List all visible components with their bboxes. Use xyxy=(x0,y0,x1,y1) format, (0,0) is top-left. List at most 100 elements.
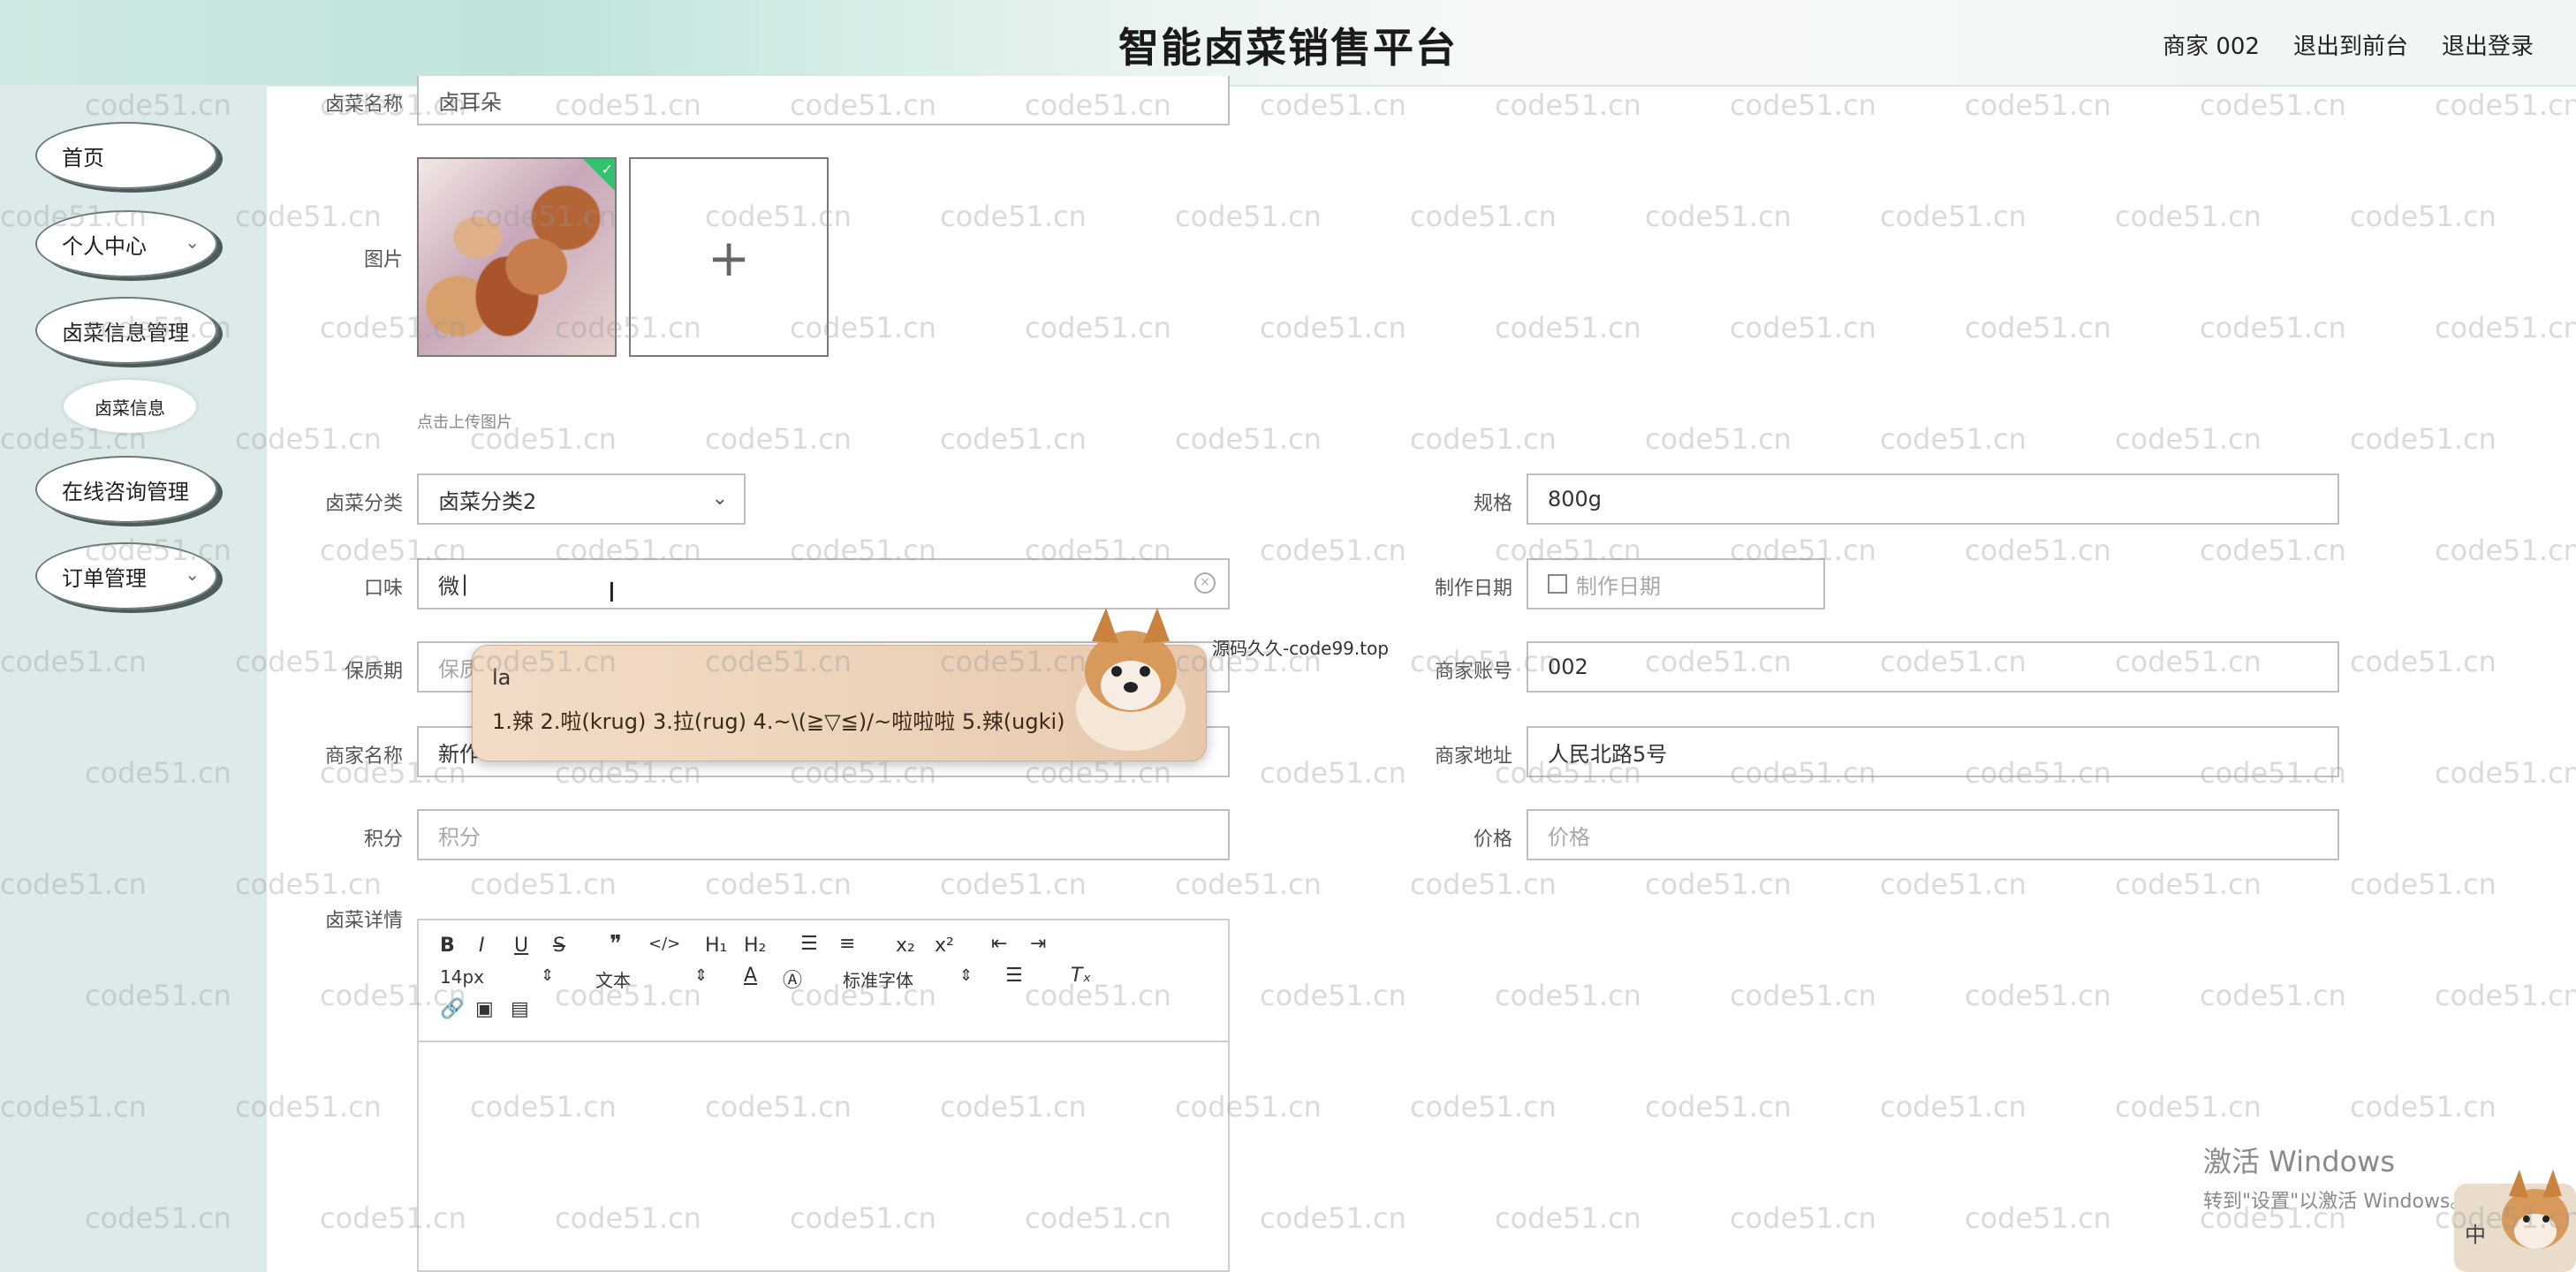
video-icon[interactable]: ▤ xyxy=(511,998,529,1020)
name-input[interactable]: 卤耳朵 xyxy=(417,76,1230,125)
clear-icon[interactable]: × xyxy=(1194,572,1216,594)
sidebar-item-home[interactable]: 首页 xyxy=(35,122,217,189)
sidebar-subitem-food-info[interactable]: 卤菜信息 xyxy=(64,380,196,433)
points-label: 积分 xyxy=(363,829,403,851)
watermark-text: code51.cn xyxy=(470,867,617,901)
made-date-label: 制作日期 xyxy=(1434,578,1512,600)
bullet-list-icon[interactable]: ≡ xyxy=(839,933,855,955)
clear-format-icon[interactable]: Tₓ xyxy=(1071,965,1091,987)
select-arrows-icon: ⇕ xyxy=(959,966,974,985)
font-size-select[interactable]: 14px xyxy=(440,966,484,988)
ime-candidates[interactable]: 1.辣 2.啦(krug) 3.拉(rug) 4.~\(≧▽≦)/~啦啦啦 5.… xyxy=(492,704,1065,735)
watermark-text: code51.cn xyxy=(1260,1201,1406,1235)
category-select[interactable]: 卤菜分类2 ⌄ xyxy=(417,473,746,525)
background-color-icon[interactable]: Ⓐ xyxy=(783,965,802,993)
h2-icon[interactable]: H₂ xyxy=(744,935,766,957)
watermark-text: code51.cn xyxy=(1730,979,1876,1012)
category-label: 卤菜分类 xyxy=(324,493,403,515)
merchant-address-input[interactable]: 人民北路5号 xyxy=(1527,726,2339,777)
link-icon[interactable]: 🔗 xyxy=(440,998,464,1020)
price-placeholder: 价格 xyxy=(1548,824,1590,850)
watermark-text: code51.cn xyxy=(2435,756,2576,790)
watermark-text: code51.cn xyxy=(1175,867,1322,901)
back-to-front-link[interactable]: 退出到前台 xyxy=(2293,28,2408,61)
watermark-text: code51.cn xyxy=(1495,88,1641,122)
watermark-text: code51.cn xyxy=(1410,1090,1557,1124)
check-icon: ✓ xyxy=(583,159,615,191)
text-cursor-icon: I xyxy=(608,578,616,609)
windows-activation: 激活 Windows 转到"设置"以激活 Windows。 xyxy=(2203,1140,2469,1214)
merchant-address-value: 人民北路5号 xyxy=(1548,741,1668,767)
calendar-icon xyxy=(1548,574,1567,594)
subscript-icon[interactable]: x₂ xyxy=(896,935,915,957)
spec-input[interactable]: 800g xyxy=(1527,473,2339,525)
image-icon[interactable]: ▣ xyxy=(475,998,494,1020)
underline-icon[interactable]: U xyxy=(514,935,528,957)
select-arrows-icon: ⇕ xyxy=(694,966,708,985)
watermark-text: code51.cn xyxy=(1410,422,1557,456)
sidebar-item-order-management[interactable]: 订单管理 ⌄ xyxy=(35,542,217,610)
bold-icon[interactable]: B xyxy=(440,935,455,957)
indent-icon[interactable]: ⇥ xyxy=(1030,933,1046,955)
watermark-text: code51.cn xyxy=(705,422,852,456)
user-name: 商家 002 xyxy=(2163,34,2260,60)
activation-title: 激活 Windows xyxy=(2203,1145,2396,1178)
name-label: 卤菜名称 xyxy=(324,94,403,116)
merchant-account-input[interactable]: 002 xyxy=(1527,641,2339,693)
sidebar-item-food-management[interactable]: 卤菜信息管理 xyxy=(35,297,217,364)
ime-typed-text: la xyxy=(492,665,511,690)
price-input[interactable]: 价格 xyxy=(1527,809,2339,860)
sidebar-item-label: 首页 xyxy=(62,145,104,170)
watermark-text: code51.cn xyxy=(1025,311,1171,344)
watermark-text: code51.cn xyxy=(1880,422,2027,456)
font-color-icon[interactable]: A xyxy=(744,965,757,987)
shelf-label: 保质期 xyxy=(344,661,403,683)
spec-label: 规格 xyxy=(1473,493,1512,515)
ime-banner: 源码久久-code99.top xyxy=(1212,638,1390,659)
watermark-text: code51.cn xyxy=(1260,88,1406,122)
superscript-icon[interactable]: x² xyxy=(935,935,954,957)
ordered-list-icon[interactable]: ☰ xyxy=(800,933,818,955)
image-label: 图片 xyxy=(363,249,403,271)
upload-button[interactable]: + xyxy=(629,157,829,357)
watermark-text: code51.cn xyxy=(940,200,1087,233)
outdent-icon[interactable]: ⇤ xyxy=(991,933,1007,955)
logout-link[interactable]: 退出登录 xyxy=(2442,28,2534,61)
watermark-text: code51.cn xyxy=(1495,311,1641,344)
watermark-text: code51.cn xyxy=(2200,88,2346,122)
watermark-text: code51.cn xyxy=(2200,311,2346,344)
quote-icon[interactable]: ❞ xyxy=(610,931,622,958)
top-header: 智能卤菜销售平台 商家 002 退出到前台 退出登录 xyxy=(0,0,2576,87)
plus-icon: + xyxy=(707,228,751,288)
watermark-text: code51.cn xyxy=(2115,422,2262,456)
made-date-picker[interactable]: 制作日期 xyxy=(1527,558,1825,610)
text-type-select[interactable]: 文本 xyxy=(595,966,631,992)
watermark-text: code51.cn xyxy=(2435,979,2576,1012)
align-icon[interactable]: ☰ xyxy=(1005,965,1023,987)
points-input[interactable]: 积分 xyxy=(417,809,1230,860)
watermark-text: code51.cn xyxy=(705,867,852,901)
watermark-text: code51.cn xyxy=(2350,867,2496,901)
watermark-text: code51.cn xyxy=(1880,867,2027,901)
uploaded-image[interactable]: ✓ xyxy=(417,157,617,357)
watermark-text: code51.cn xyxy=(1645,867,1792,901)
italic-icon[interactable]: I xyxy=(479,935,485,957)
watermark-text: code51.cn xyxy=(1730,88,1876,122)
watermark-text: code51.cn xyxy=(1965,311,2111,344)
sidebar-item-personal-center[interactable]: 个人中心 ⌄ xyxy=(35,210,217,277)
watermark-text: code51.cn xyxy=(2350,1090,2496,1124)
sidebar: 首页 个人中心 ⌄ 卤菜信息管理 卤菜信息 在线咨询管理 订单管理 ⌄ xyxy=(0,85,267,1272)
watermark-text: code51.cn xyxy=(1645,200,1792,233)
name-value: 卤耳朵 xyxy=(438,89,502,115)
font-family-select[interactable]: 标准字体 xyxy=(843,966,913,992)
h1-icon[interactable]: H₁ xyxy=(705,935,727,957)
ime-status-dog-icon[interactable]: 中 xyxy=(2454,1157,2576,1272)
watermark-text: code51.cn xyxy=(1965,1201,2111,1235)
watermark-text: code51.cn xyxy=(1175,200,1322,233)
upload-hint: 点击上传图片 xyxy=(417,413,512,432)
strike-icon[interactable]: S xyxy=(553,935,565,957)
sidebar-item-consult-management[interactable]: 在线咨询管理 xyxy=(35,456,217,523)
header-links: 商家 002 退出到前台 退出登录 xyxy=(2163,28,2534,61)
points-placeholder: 积分 xyxy=(438,824,481,850)
code-icon[interactable]: </> xyxy=(648,935,680,953)
